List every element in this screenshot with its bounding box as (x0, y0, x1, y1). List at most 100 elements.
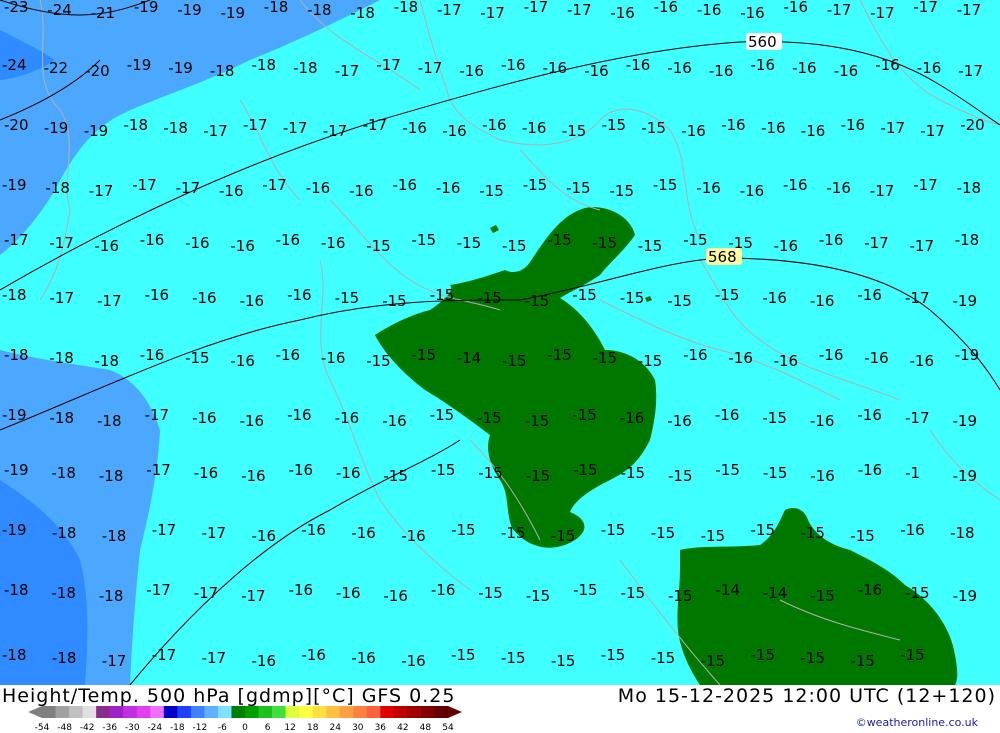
scale-tick-label: 24 (329, 723, 341, 732)
temperature-label: -19 (953, 587, 978, 605)
temperature-label: -16 (289, 581, 314, 599)
temperature-label: -15 (525, 292, 550, 310)
scale-swatch (366, 706, 381, 718)
scale-tick-label: -42 (80, 723, 95, 732)
temperature-label: -16 (875, 56, 900, 74)
temperature-label: -15 (715, 461, 740, 479)
scale-tick-label: -54 (35, 723, 50, 732)
temperature-label: -15 (601, 646, 626, 664)
temperature-label: -16 (301, 521, 326, 539)
temperature-label: -16 (351, 649, 376, 667)
temperature-label: -15 (366, 237, 391, 255)
temperature-label: -15 (668, 587, 693, 605)
temperature-label: -16 (783, 176, 808, 194)
temperature-label: -16 (697, 1, 722, 19)
temperature-label: -16 (276, 346, 301, 364)
temperature-label: -15 (601, 521, 626, 539)
color-scale: -54 -48 -42 -36 -30 -24 -18 -12 -6 0 6 12 18 24 30 36 42… (28, 706, 462, 732)
temperature-label: -15 (762, 409, 787, 427)
temperature-label: -15 (501, 524, 526, 542)
temperature-label: -16 (721, 116, 746, 134)
scale-tick-label: 36 (375, 723, 387, 732)
temperature-label: -16 (140, 231, 165, 249)
temperature-label: -16 (459, 62, 484, 80)
temperature-label: -16 (140, 346, 165, 364)
temperature-label: -17 (864, 234, 889, 252)
scale-swatch (312, 706, 327, 718)
temperature-label: -17 (202, 524, 227, 542)
temperature-label: -17 (4, 231, 29, 249)
temperature-label: -16 (401, 652, 426, 670)
temperature-label: -16 (696, 179, 721, 197)
scale-tick-label: 42 (397, 723, 408, 732)
svg-text:568: 568 (708, 248, 737, 266)
temperature-label: -15 (566, 179, 591, 197)
weather-map: -23 -24 -21 -19 -19 -19 -18 -18 -18 -18 -17 -17 -17-… (0, 0, 1000, 685)
temperature-label: -16 (145, 286, 170, 304)
temperature-label: -18 (955, 231, 980, 249)
temperature-label: -16 (287, 286, 312, 304)
temperature-label: -15 (412, 231, 437, 249)
scale-tick-label: -18 (170, 723, 185, 732)
temperature-label: -18 (102, 527, 127, 545)
temperature-label: -16 (240, 412, 265, 430)
temperature-label: -18 (957, 179, 982, 197)
temperature-label: -14 (715, 581, 740, 599)
temperature-label: -15 (715, 286, 740, 304)
temperature-label: -19 (955, 346, 980, 364)
temperature-label: -15 (383, 467, 408, 485)
credit-link[interactable]: ©weatheronline.co.uk (856, 716, 978, 729)
temperature-label: -19 (2, 406, 27, 424)
temperature-label: -19 (84, 122, 109, 140)
scale-swatch (258, 706, 273, 718)
temperature-label: -15 (547, 231, 572, 249)
temperature-label: -18 (45, 179, 70, 197)
scale-arrow-left (28, 706, 42, 718)
temperature-label: -15 (850, 527, 875, 545)
temperature-label: -16 (715, 406, 740, 424)
temperature-label: -22 (44, 59, 69, 77)
temperature-label: -15 (701, 652, 726, 670)
temperature-label: -16 (610, 4, 635, 22)
temperature-label: -15 (477, 289, 502, 307)
temperature-label: -16 (219, 182, 244, 200)
temperature-label: -16 (683, 346, 708, 364)
temperature-label: -15 (573, 461, 598, 479)
temperature-label: -16 (620, 409, 645, 427)
temperature-label: -17 (567, 1, 592, 19)
scale-swatch (353, 706, 368, 718)
temperature-label: -15 (751, 646, 776, 664)
temperature-label: -19 (953, 412, 978, 430)
temperature-label: -15 (593, 349, 618, 367)
map-title: Height/Temp. 500 hPa [gdmp][°C] GFS 0.25 (2, 685, 456, 707)
scale-swatch (407, 706, 422, 718)
temperature-label: -15 (431, 461, 456, 479)
temperature-label: -18 (264, 0, 289, 16)
scale-tick-label: -12 (193, 723, 208, 732)
scale-swatch (136, 706, 151, 718)
temperature-label: -18 (293, 59, 318, 77)
temperature-label: -16 (321, 234, 346, 252)
temperature-label: -15 (412, 346, 437, 364)
temperature-label: -15 (502, 352, 527, 370)
temperature-label: -16 (252, 527, 277, 545)
scale-swatch (123, 706, 138, 718)
temperature-label: -17 (194, 584, 219, 602)
temperature-label: -18 (52, 524, 77, 542)
scale-swatch (109, 706, 124, 718)
scale-arrow-right (448, 706, 462, 718)
temperature-label: -15 (572, 286, 597, 304)
temperature-label: -16 (336, 464, 361, 482)
temperature-label: -15 (810, 587, 835, 605)
temperature-label: -15 (366, 352, 391, 370)
temperature-label: -15 (551, 652, 576, 670)
temperature-label: -15 (478, 464, 503, 482)
temperature-label: -17 (363, 116, 388, 134)
temperature-label: -16 (289, 461, 314, 479)
temperature-label: -16 (819, 231, 844, 249)
temperature-label: -15 (572, 406, 597, 424)
temperature-label: -16 (774, 352, 799, 370)
temperature-label: -15 (185, 349, 210, 367)
temperature-label: -17 (437, 1, 462, 19)
temperature-label: -15 (621, 584, 646, 602)
